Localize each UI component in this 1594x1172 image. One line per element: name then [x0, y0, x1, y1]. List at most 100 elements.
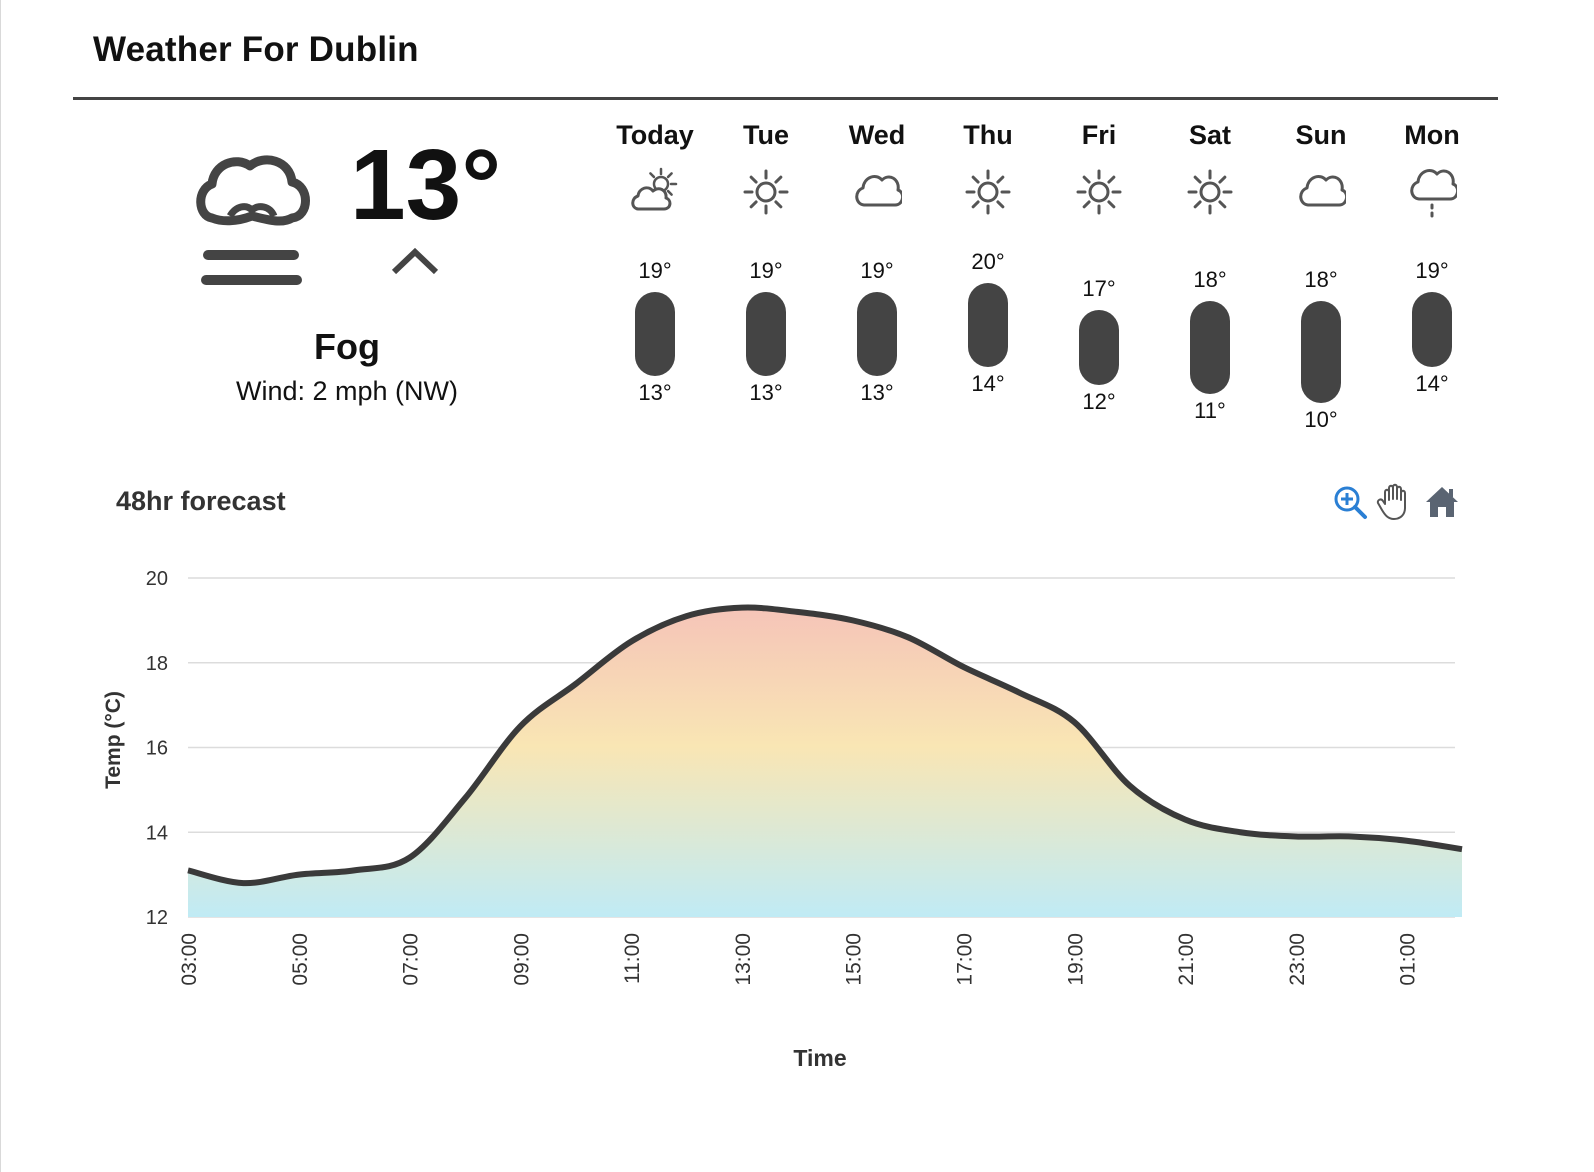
data-point-21:00: [1182, 817, 1188, 823]
x-tick-label: 11:00: [621, 933, 644, 984]
day-low-temp: 14°: [971, 371, 1005, 397]
day-high-temp: 18°: [1304, 267, 1338, 293]
x-tick-label: 01:00: [1397, 933, 1420, 986]
sun-icon: [1187, 169, 1233, 215]
x-tick-label: 17:00: [953, 933, 976, 986]
day-name: Wed: [848, 120, 906, 150]
temperature-chart: 12 14 16 18 20 03:00 05:00 07:00 09:00 11:00 13:00…: [146, 568, 1465, 986]
day-column-mon: Mon 19° 14°: [1382, 120, 1482, 430]
header-divider: [73, 97, 1498, 100]
data-point-18:00: [1016, 689, 1022, 695]
data-point-11:00: [628, 639, 634, 645]
cloud-icon: [1299, 175, 1346, 207]
chart-title: 48hr forecast: [116, 486, 286, 516]
data-point-10:00: [573, 681, 579, 687]
drizzle-icon: [1410, 169, 1457, 218]
day-column-sun: Sun 18° 10°: [1271, 120, 1371, 433]
sun-icon: [743, 169, 789, 215]
data-point-20:00: [1127, 783, 1133, 789]
temperature-range-bar: [1301, 301, 1341, 404]
x-tick-label: 13:00: [732, 933, 755, 986]
cloud-icon: [855, 175, 902, 207]
current-temperature: 13°: [350, 129, 502, 241]
x-tick-label: 07:00: [400, 933, 423, 986]
day-column-sat: Sat 18° 11°: [1160, 120, 1260, 430]
x-tick-label: 19:00: [1064, 933, 1087, 986]
day-high-temp: 20°: [971, 249, 1005, 275]
day-low-temp: 13°: [749, 380, 783, 406]
data-point-14:00: [794, 609, 800, 615]
day-column-thu: Thu 20° 14°: [938, 120, 1038, 430]
temperature-range-bar: [968, 283, 1008, 368]
data-point-01:00: [1404, 838, 1410, 844]
day-column-tue: Tue 19° 13°: [716, 120, 816, 430]
data-point-17:00: [960, 664, 966, 670]
current-condition: Fog: [314, 326, 380, 367]
data-point-00:00: [1348, 833, 1354, 839]
day-name: Sat: [1188, 120, 1232, 150]
data-point-15:00: [850, 617, 856, 623]
data-point-09:00: [517, 723, 523, 729]
day-name: Tue: [743, 120, 789, 150]
home-reset-icon[interactable]: [1422, 482, 1462, 522]
chart-y-axis-label: Temp (°C): [102, 691, 125, 789]
day-name: Fri: [1081, 120, 1117, 150]
day-high-temp: 17°: [1082, 276, 1116, 302]
data-point-13:00: [739, 605, 745, 611]
data-point-07:00: [407, 855, 413, 861]
pan-hand-icon[interactable]: [1375, 482, 1415, 522]
data-point-23:00: [1293, 833, 1299, 839]
zoom-in-icon[interactable]: [1330, 482, 1370, 522]
day-high-temp: 18°: [1193, 267, 1227, 293]
day-low-temp: 14°: [1415, 371, 1449, 397]
temperature-range-bar: [1190, 301, 1230, 395]
day-low-temp: 12°: [1082, 389, 1116, 415]
x-tick-label: 09:00: [510, 933, 533, 986]
temperature-range-bar: [635, 292, 675, 377]
day-high-temp: 19°: [638, 258, 672, 284]
sun-icon: [1076, 169, 1122, 215]
chart-toolbar: [1330, 482, 1465, 522]
data-point-02:00: [1459, 846, 1465, 852]
day-name: Thu: [963, 120, 1013, 150]
day-name: Sun: [1295, 120, 1347, 150]
page-title: Weather For Dublin: [93, 30, 419, 69]
day-name: Today: [616, 120, 694, 150]
day-column-fri: Fri 17° 12°: [1049, 120, 1149, 430]
day-high-temp: 19°: [749, 258, 783, 284]
data-point-03:00: [185, 867, 191, 873]
data-point-04:00: [240, 880, 246, 886]
data-point-22:00: [1237, 829, 1243, 835]
y-tick-label: 18: [146, 653, 168, 675]
x-tick-label: 03:00: [178, 933, 201, 986]
temperature-range-bar: [1412, 292, 1452, 368]
day-high-temp: 19°: [860, 258, 894, 284]
day-low-temp: 10°: [1304, 407, 1338, 433]
x-tick-label: 05:00: [289, 933, 312, 986]
day-low-temp: 13°: [860, 380, 894, 406]
chart-x-axis-label: Time: [793, 1045, 847, 1071]
y-tick-label: 16: [146, 738, 168, 760]
temperature-range-bar: [857, 292, 897, 377]
day-column-wed: Wed 19° 13°: [827, 120, 927, 430]
day-high-temp: 19°: [1415, 258, 1449, 284]
day-low-temp: 13°: [638, 380, 672, 406]
data-point-08:00: [462, 795, 468, 801]
temperature-range-bar: [746, 292, 786, 377]
data-point-16:00: [905, 634, 911, 640]
day-column-today: Today 19° 13°: [605, 120, 705, 430]
x-tick-label: 21:00: [1175, 933, 1198, 986]
chevron-up-icon: [391, 247, 439, 275]
y-tick-label: 12: [146, 907, 168, 929]
data-point-12:00: [684, 613, 690, 619]
sun-icon: [965, 169, 1011, 215]
partly-cloudy-icon: [631, 167, 678, 211]
current-wind: Wind: 2 mph (NW): [235, 376, 459, 406]
temperature-range-bar: [1079, 310, 1119, 386]
data-point-05:00: [296, 872, 302, 878]
y-tick-label: 14: [146, 822, 168, 844]
fog-icon: [196, 155, 310, 285]
data-point-06:00: [351, 867, 357, 873]
data-point-19:00: [1071, 719, 1077, 725]
x-tick-label: 23:00: [1286, 933, 1309, 986]
